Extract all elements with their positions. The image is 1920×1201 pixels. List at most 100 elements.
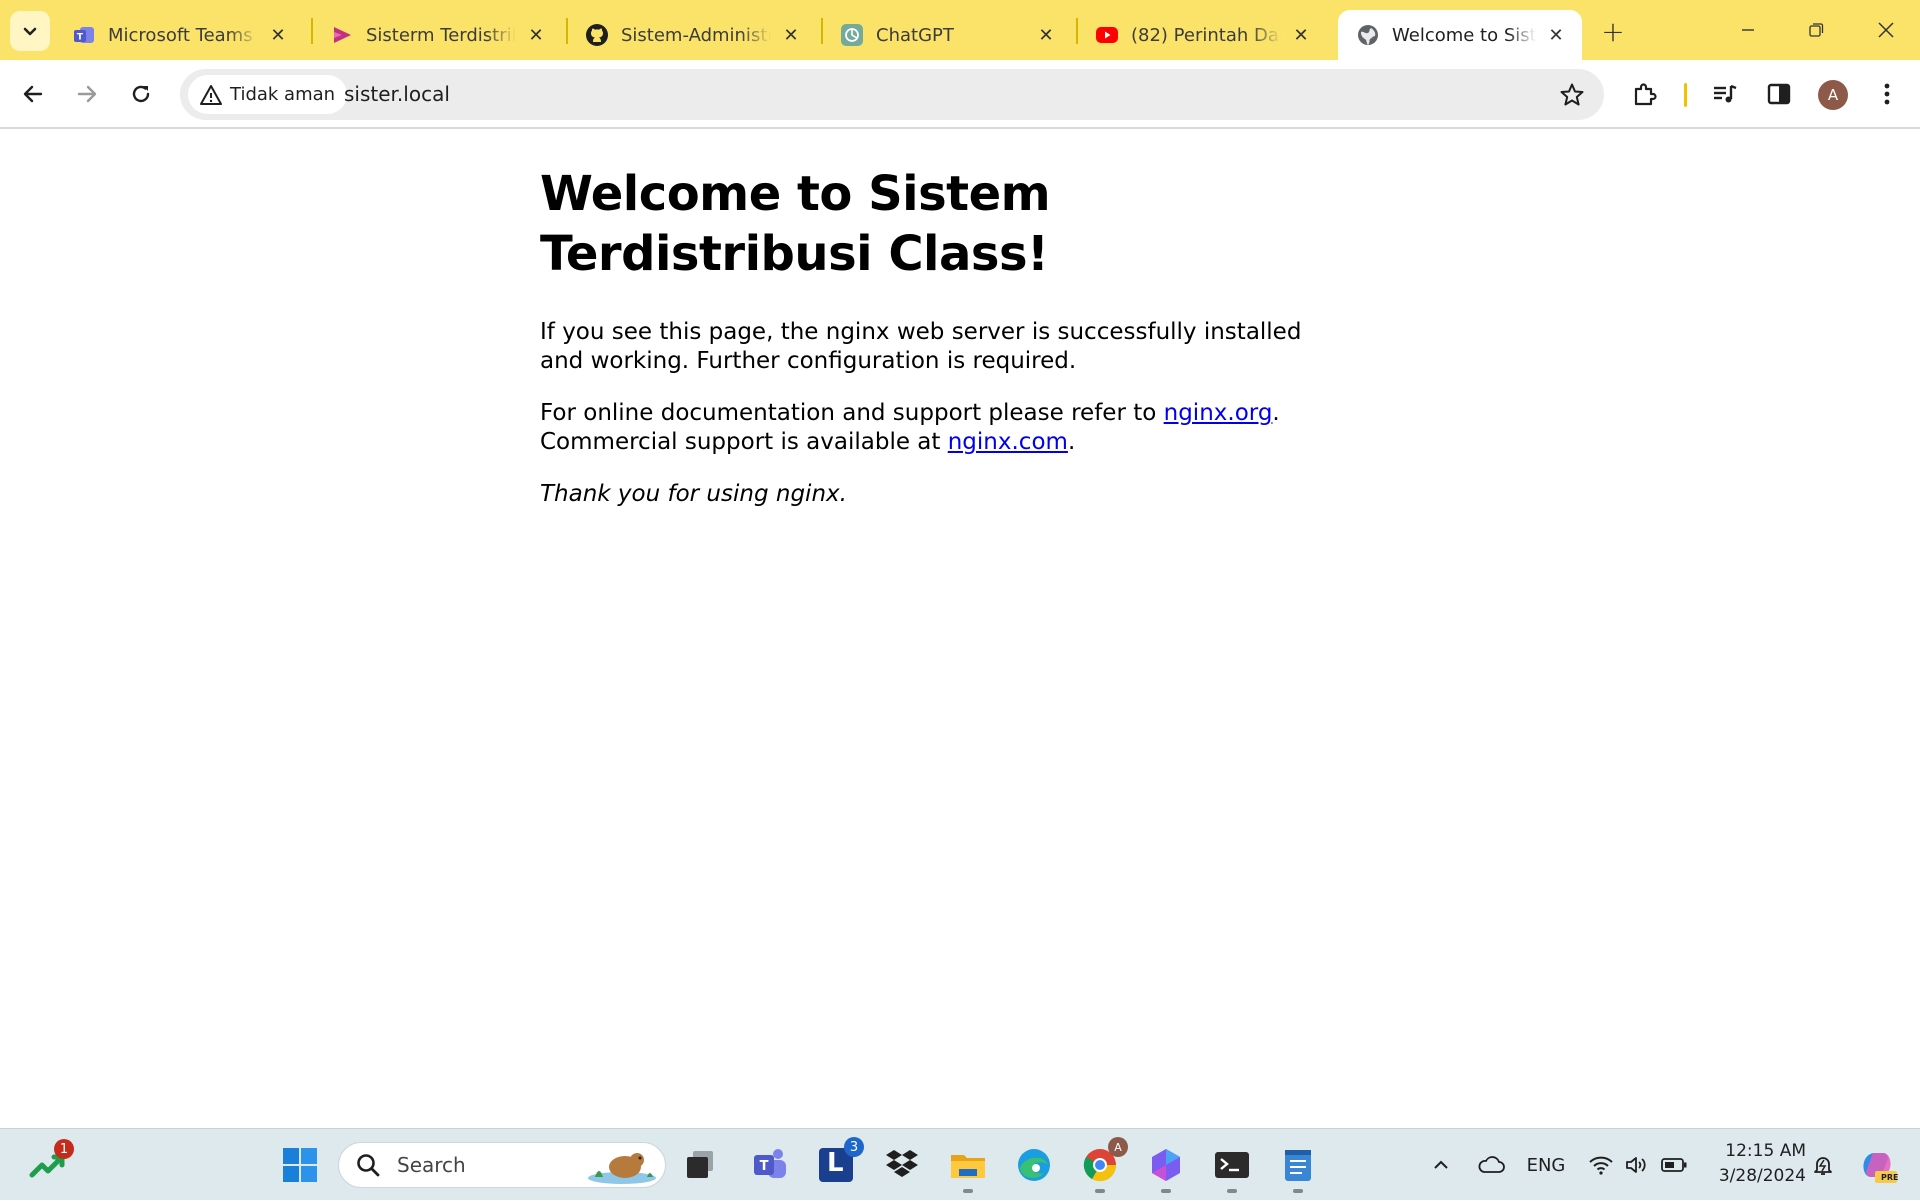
battery-tray[interactable] xyxy=(1658,1129,1690,1201)
back-button[interactable] xyxy=(13,74,53,114)
wifi-tray[interactable] xyxy=(1586,1129,1616,1201)
tab-github[interactable]: Sistem-Administra ✕ xyxy=(567,10,817,60)
windows-logo-icon xyxy=(283,1148,317,1182)
running-indicator xyxy=(1227,1189,1237,1193)
close-icon[interactable]: ✕ xyxy=(1289,23,1313,47)
close-icon xyxy=(1878,22,1894,38)
search-highlight-icon xyxy=(588,1153,656,1184)
doc-text: For online documentation and support ple… xyxy=(540,400,1164,426)
notification-center-button[interactable] xyxy=(1808,1129,1838,1201)
tab-chatgpt[interactable]: ChatGPT ✕ xyxy=(822,10,1072,60)
tab-title: Sisterm Terdistribu xyxy=(366,24,516,46)
new-tab-button[interactable]: + xyxy=(1596,14,1630,48)
taskbar-search[interactable]: Search xyxy=(338,1142,666,1188)
chevron-up-icon xyxy=(1434,1160,1448,1169)
browser-toolbar: Tidak aman sister.local A xyxy=(0,60,1920,129)
battery-icon xyxy=(1661,1158,1687,1172)
security-chip[interactable]: Tidak aman xyxy=(188,75,348,114)
copilot-button[interactable]: PRE xyxy=(1852,1129,1902,1201)
terminal-app[interactable] xyxy=(1208,1141,1256,1193)
security-chip-label: Tidak aman xyxy=(230,84,336,105)
more-vertical-icon xyxy=(1884,83,1890,105)
profile-avatar[interactable]: A xyxy=(1818,80,1848,110)
svg-text:T: T xyxy=(77,33,84,43)
side-panel-button[interactable] xyxy=(1762,77,1796,111)
running-indicator xyxy=(1161,1189,1171,1193)
menu-button[interactable] xyxy=(1870,77,1904,111)
restore-button[interactable] xyxy=(1782,0,1850,60)
clock[interactable]: 12:15 AM 3/28/2024 xyxy=(1710,1139,1806,1189)
tab-title: ChatGPT xyxy=(876,24,954,46)
running-indicator xyxy=(963,1189,973,1193)
globe-icon xyxy=(1356,23,1380,47)
close-window-button[interactable] xyxy=(1852,0,1920,60)
edge-app[interactable] xyxy=(1010,1141,1058,1189)
tab-sisterm-terdistribusi[interactable]: Sisterm Terdistribu ✕ xyxy=(312,10,562,60)
bookmark-star-button[interactable] xyxy=(1558,81,1586,109)
svg-text:T: T xyxy=(760,1159,769,1174)
file-explorer-app[interactable] xyxy=(944,1141,992,1193)
queue-music-icon xyxy=(1714,84,1737,103)
notification-badge: 1 xyxy=(54,1139,74,1159)
hexagon-app-icon xyxy=(1152,1149,1180,1181)
dropbox-app[interactable] xyxy=(878,1141,926,1189)
teams-app[interactable]: T xyxy=(746,1141,794,1189)
chrome-profile-badge: A xyxy=(1108,1137,1128,1157)
minimize-button[interactable] xyxy=(1714,0,1782,60)
forward-button[interactable] xyxy=(67,74,107,114)
extensions-button[interactable] xyxy=(1628,77,1662,111)
folder-icon xyxy=(951,1155,985,1178)
close-icon[interactable]: ✕ xyxy=(779,23,803,47)
restore-icon xyxy=(1809,23,1824,37)
tab-welcome-to-sister[interactable]: Welcome to Sister! ✕ xyxy=(1338,10,1582,60)
speaker-icon xyxy=(1626,1157,1646,1173)
search-icon xyxy=(355,1151,383,1179)
close-icon[interactable]: ✕ xyxy=(1544,23,1568,47)
onedrive-tray[interactable] xyxy=(1474,1129,1508,1201)
minimize-icon xyxy=(1742,29,1754,31)
media-control-button[interactable] xyxy=(1708,77,1742,111)
notepad-icon xyxy=(1285,1150,1311,1181)
thanks-text: Thank you for using nginx. xyxy=(540,481,847,507)
tab-title: Welcome to Sister! xyxy=(1392,24,1536,46)
warning-icon xyxy=(200,84,222,106)
support-text: Commercial support is available at xyxy=(540,429,948,455)
close-icon[interactable]: ✕ xyxy=(266,23,290,47)
task-view-icon xyxy=(687,1151,713,1178)
bell-icon xyxy=(1814,1157,1832,1175)
close-icon[interactable]: ✕ xyxy=(1034,23,1058,47)
stocks-widget[interactable]: 1 xyxy=(24,1139,74,1189)
volume-tray[interactable] xyxy=(1622,1129,1652,1201)
tab-youtube[interactable]: (82) Perintah Dasar ✕ xyxy=(1077,10,1327,60)
arrow-left-icon xyxy=(23,85,43,103)
reload-button[interactable] xyxy=(121,74,161,114)
running-indicator xyxy=(1095,1189,1105,1193)
show-hidden-icons-button[interactable] xyxy=(1428,1129,1454,1201)
terminal-icon xyxy=(1215,1152,1249,1178)
documentation-paragraph: For online documentation and support ple… xyxy=(540,399,1340,457)
chrome-app[interactable]: A xyxy=(1076,1137,1128,1193)
l-app-letter: L xyxy=(827,1148,844,1178)
support-punct: . xyxy=(1067,429,1076,455)
tab-title: Microsoft Teams cl xyxy=(108,24,258,46)
notepad-app[interactable] xyxy=(1274,1141,1322,1193)
nginx-com-link[interactable]: nginx.com xyxy=(948,429,1068,455)
thanks-paragraph: Thank you for using nginx. xyxy=(540,480,1340,509)
nginx-org-link[interactable]: nginx.org xyxy=(1164,400,1273,426)
tab-microsoft-teams[interactable]: T Microsoft Teams cl ✕ xyxy=(54,10,304,60)
tab-title: Sistem-Administra xyxy=(621,24,771,46)
close-icon[interactable]: ✕ xyxy=(524,23,548,47)
teams-icon: T xyxy=(72,23,96,47)
url-text[interactable]: sister.local xyxy=(344,82,450,106)
start-button[interactable] xyxy=(276,1141,324,1189)
task-view-button[interactable] xyxy=(676,1141,724,1189)
reload-icon xyxy=(132,85,150,103)
taskbar: 1 Search T L 3 A ENG 12:15 AM 3/28/2024 … xyxy=(0,1128,1920,1200)
address-bar[interactable]: Tidak aman sister.local xyxy=(180,69,1604,120)
copilot-app[interactable] xyxy=(1142,1141,1190,1193)
tab-title: (82) Perintah Dasar xyxy=(1131,24,1281,46)
clock-time: 12:15 AM xyxy=(1725,1141,1806,1161)
l-app[interactable]: L 3 xyxy=(812,1137,864,1189)
tab-search-button[interactable] xyxy=(10,11,50,51)
language-indicator[interactable]: ENG xyxy=(1524,1129,1568,1201)
